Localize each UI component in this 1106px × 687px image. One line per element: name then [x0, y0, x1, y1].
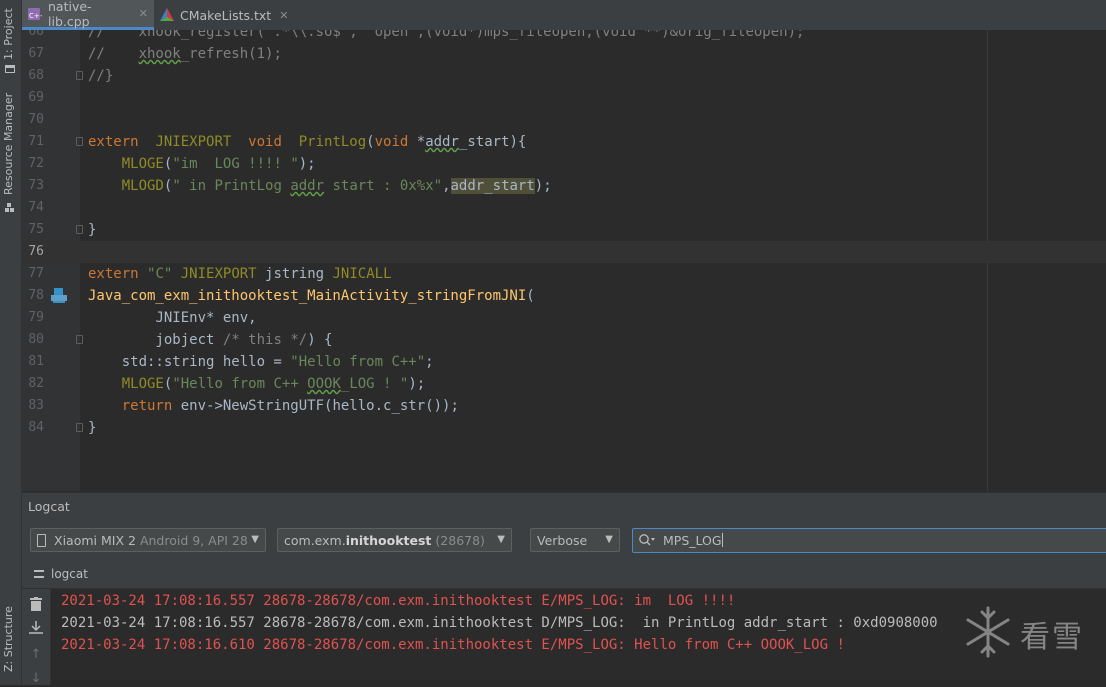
- structure-tab-label: Z: Structure: [2, 606, 15, 672]
- tab-logcat[interactable]: logcat: [34, 567, 88, 581]
- fold-marker[interactable]: [76, 423, 83, 432]
- resource-tab-label: Resource Manager: [2, 92, 15, 195]
- log-level-selector[interactable]: Verbose ▼: [530, 528, 620, 552]
- project-tab-label: 1: Project: [2, 8, 15, 60]
- logcat-title: Logcat: [28, 499, 70, 514]
- project-tool-tab[interactable]: 1: Project: [0, 0, 21, 80]
- code-line: 84 }: [28, 420, 97, 436]
- fold-marker[interactable]: [76, 225, 83, 234]
- code-line: 66 // xhook_register(".*\\.so$", "open",…: [28, 30, 805, 40]
- logcat-side-toolbar: ↑ ↓: [22, 589, 51, 686]
- left-tool-strip: 1: Project Resource Manager Z: Structure: [0, 0, 22, 685]
- code-line: 82 MLOGE("Hello from C++ OOOK_LOG ! ");: [28, 376, 426, 392]
- trash-icon[interactable]: [28, 597, 44, 613]
- editor-tab-bar: C++ native-lib.cpp ✕ CMakeLists.txt ✕: [22, 0, 1106, 31]
- log-entry: 2021-03-24 17:08:16.557 28678-28678/com.…: [61, 593, 736, 609]
- text-caret: [721, 533, 723, 547]
- code-line: 68 //}: [28, 68, 114, 84]
- log-entry: 2021-03-24 17:08:16.610 28678-28678/com.…: [61, 637, 845, 653]
- chevron-down-icon: ▼: [605, 534, 613, 545]
- code-line: 73 MLOGD(" in PrintLog addr start : 0x%x…: [28, 178, 552, 194]
- code-line: 67 // xhook_refresh(1);: [28, 46, 282, 62]
- code-line: 71 extern JNIEXPORT void PrintLog(void *…: [28, 134, 527, 150]
- cmake-icon: [160, 8, 174, 22]
- device-selector[interactable]: Xiaomi MIX 2 Android 9, API 28 ▼: [30, 528, 266, 552]
- structure-tool-tab[interactable]: Z: Structure: [0, 600, 21, 685]
- code-line: 77 extern "C" JNIEXPORT jstring JNICALL: [28, 266, 392, 282]
- resource-icon: [5, 203, 15, 213]
- tab-cmakelists[interactable]: CMakeLists.txt ✕: [154, 0, 310, 30]
- code-line: 75 }: [28, 222, 97, 238]
- chevron-down-icon: ▼: [251, 534, 259, 545]
- log-entry: 2021-03-24 17:08:16.557 28678-28678/com.…: [61, 615, 938, 631]
- arrow-up-icon[interactable]: ↑: [28, 647, 44, 663]
- tab-label: CMakeLists.txt: [180, 7, 272, 23]
- scroll-to-end-icon[interactable]: [28, 621, 44, 637]
- logcat-output[interactable]: 2021-03-24 17:08:16.557 28678-28678/com.…: [51, 589, 1106, 685]
- code-line: 78 Java_com_exm_inithooktest_MainActivit…: [28, 288, 535, 304]
- snowflake-icon: [964, 604, 1012, 663]
- code-line: 81 std::string hello = "Hello from C++";: [28, 354, 434, 370]
- code-editor[interactable]: 66 // xhook_register(".*\\.so$", "open",…: [22, 30, 1106, 491]
- watermark: 看雪: [964, 604, 1084, 663]
- list-icon: [34, 570, 44, 578]
- logcat-panel-header: Logcat: [22, 492, 1106, 521]
- search-icon[interactable]: [638, 533, 656, 548]
- code-line: 80 jobject /* this */) {: [28, 332, 333, 348]
- close-icon[interactable]: ✕: [279, 9, 288, 22]
- code-line: 72 MLOGE("im LOG !!!! ");: [28, 156, 316, 172]
- svg-text:C++: C++: [29, 12, 42, 20]
- code-line: 70: [28, 112, 44, 127]
- jni-navigate-icon[interactable]: [51, 288, 67, 304]
- current-line: 76: [22, 241, 1106, 263]
- fold-marker[interactable]: [76, 71, 83, 80]
- code-line: 74: [28, 200, 44, 215]
- chevron-down-icon: ▼: [497, 534, 505, 545]
- tab-label: native-lib.cpp: [48, 0, 92, 29]
- code-line: 69: [28, 90, 44, 105]
- logcat-subtab-bar: logcat: [22, 562, 1106, 589]
- code-line: 83 return env->NewStringUTF(hello.c_str(…: [28, 398, 459, 414]
- close-icon[interactable]: ✕: [139, 7, 148, 20]
- cpp-file-icon: C++: [28, 7, 46, 21]
- code-line: 79 JNIEnv* env,: [28, 310, 257, 326]
- logcat-toolbar: Xiaomi MIX 2 Android 9, API 28 ▼ com.exm…: [22, 520, 1106, 562]
- fold-marker[interactable]: [76, 137, 83, 146]
- folder-icon: [5, 65, 15, 73]
- process-selector[interactable]: com.exm. inithooktest (28678) ▼: [277, 528, 512, 552]
- resource-manager-tool-tab[interactable]: Resource Manager: [0, 92, 21, 220]
- fold-marker[interactable]: [76, 335, 83, 344]
- tab-native-lib-cpp[interactable]: C++ native-lib.cpp ✕: [22, 0, 154, 30]
- phone-icon: [37, 533, 46, 547]
- logcat-search-input[interactable]: MPS_LOG: [632, 528, 1106, 553]
